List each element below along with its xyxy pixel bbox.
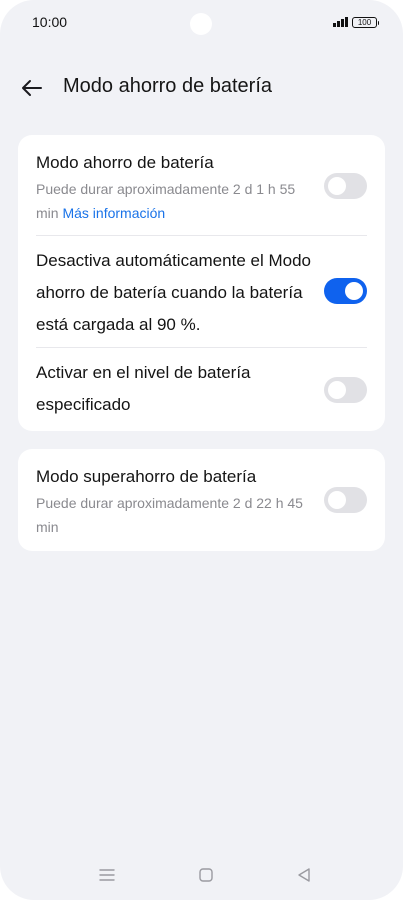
activate-at-level-title: Activar en el nivel de batería especific… <box>36 363 251 414</box>
arrow-left-icon <box>22 80 42 96</box>
auto-disable-row[interactable]: Desactiva automáticamente el Modo ahorro… <box>18 236 385 347</box>
more-info-link[interactable]: Más información <box>62 205 165 221</box>
menu-icon <box>99 869 115 881</box>
battery-saver-subtitle: Puede durar aproximadamente 2 d 1 h 55 m… <box>36 177 316 225</box>
super-saver-row[interactable]: Modo superahorro de batería Puede durar … <box>18 449 385 551</box>
activate-at-level-row[interactable]: Activar en el nivel de batería especific… <box>18 348 385 431</box>
signal-icon <box>333 17 348 27</box>
status-indicators: 100 <box>333 15 379 29</box>
super-saver-card: Modo superahorro de batería Puede durar … <box>18 449 385 551</box>
status-bar: 10:00 100 <box>0 0 403 44</box>
toggle-knob <box>328 381 346 399</box>
home-icon <box>199 868 213 882</box>
auto-disable-text: Desactiva automáticamente el Modo ahorro… <box>36 245 326 341</box>
auto-disable-toggle[interactable] <box>324 278 367 304</box>
super-saver-toggle[interactable] <box>324 487 367 513</box>
activate-at-level-text: Activar en el nivel de batería especific… <box>36 357 316 421</box>
page-title: Modo ahorro de batería <box>63 75 273 97</box>
back-button[interactable] <box>18 74 46 102</box>
navigation-bar <box>0 858 403 892</box>
phone-screen: 10:00 100 Modo ahorro de batería Modo ah… <box>0 0 403 900</box>
home-button[interactable] <box>195 864 217 886</box>
toggle-knob <box>345 282 363 300</box>
battery-icon: 100 <box>352 16 379 28</box>
activate-at-level-toggle[interactable] <box>324 377 367 403</box>
toggle-knob <box>328 177 346 195</box>
battery-saver-toggle[interactable] <box>324 173 367 199</box>
recent-apps-button[interactable] <box>96 864 118 886</box>
toggle-knob <box>328 491 346 509</box>
battery-saver-row[interactable]: Modo ahorro de batería Puede durar aprox… <box>18 135 385 235</box>
back-triangle-icon <box>298 868 310 882</box>
nav-back-button[interactable] <box>293 864 315 886</box>
battery-saver-text: Modo ahorro de batería Puede durar aprox… <box>36 153 316 225</box>
super-saver-text: Modo superahorro de batería Puede durar … <box>36 467 316 539</box>
front-camera <box>190 13 212 35</box>
super-saver-subtitle: Puede durar aproximadamente 2 d 22 h 45 … <box>36 495 303 535</box>
status-time: 10:00 <box>32 14 68 30</box>
battery-saver-settings-card: Modo ahorro de batería Puede durar aprox… <box>18 135 385 431</box>
auto-disable-title: Desactiva automáticamente el Modo ahorro… <box>36 251 311 334</box>
super-saver-title: Modo superahorro de batería <box>36 467 257 486</box>
battery-saver-title: Modo ahorro de batería <box>36 153 214 172</box>
app-header: Modo ahorro de batería <box>0 66 403 110</box>
